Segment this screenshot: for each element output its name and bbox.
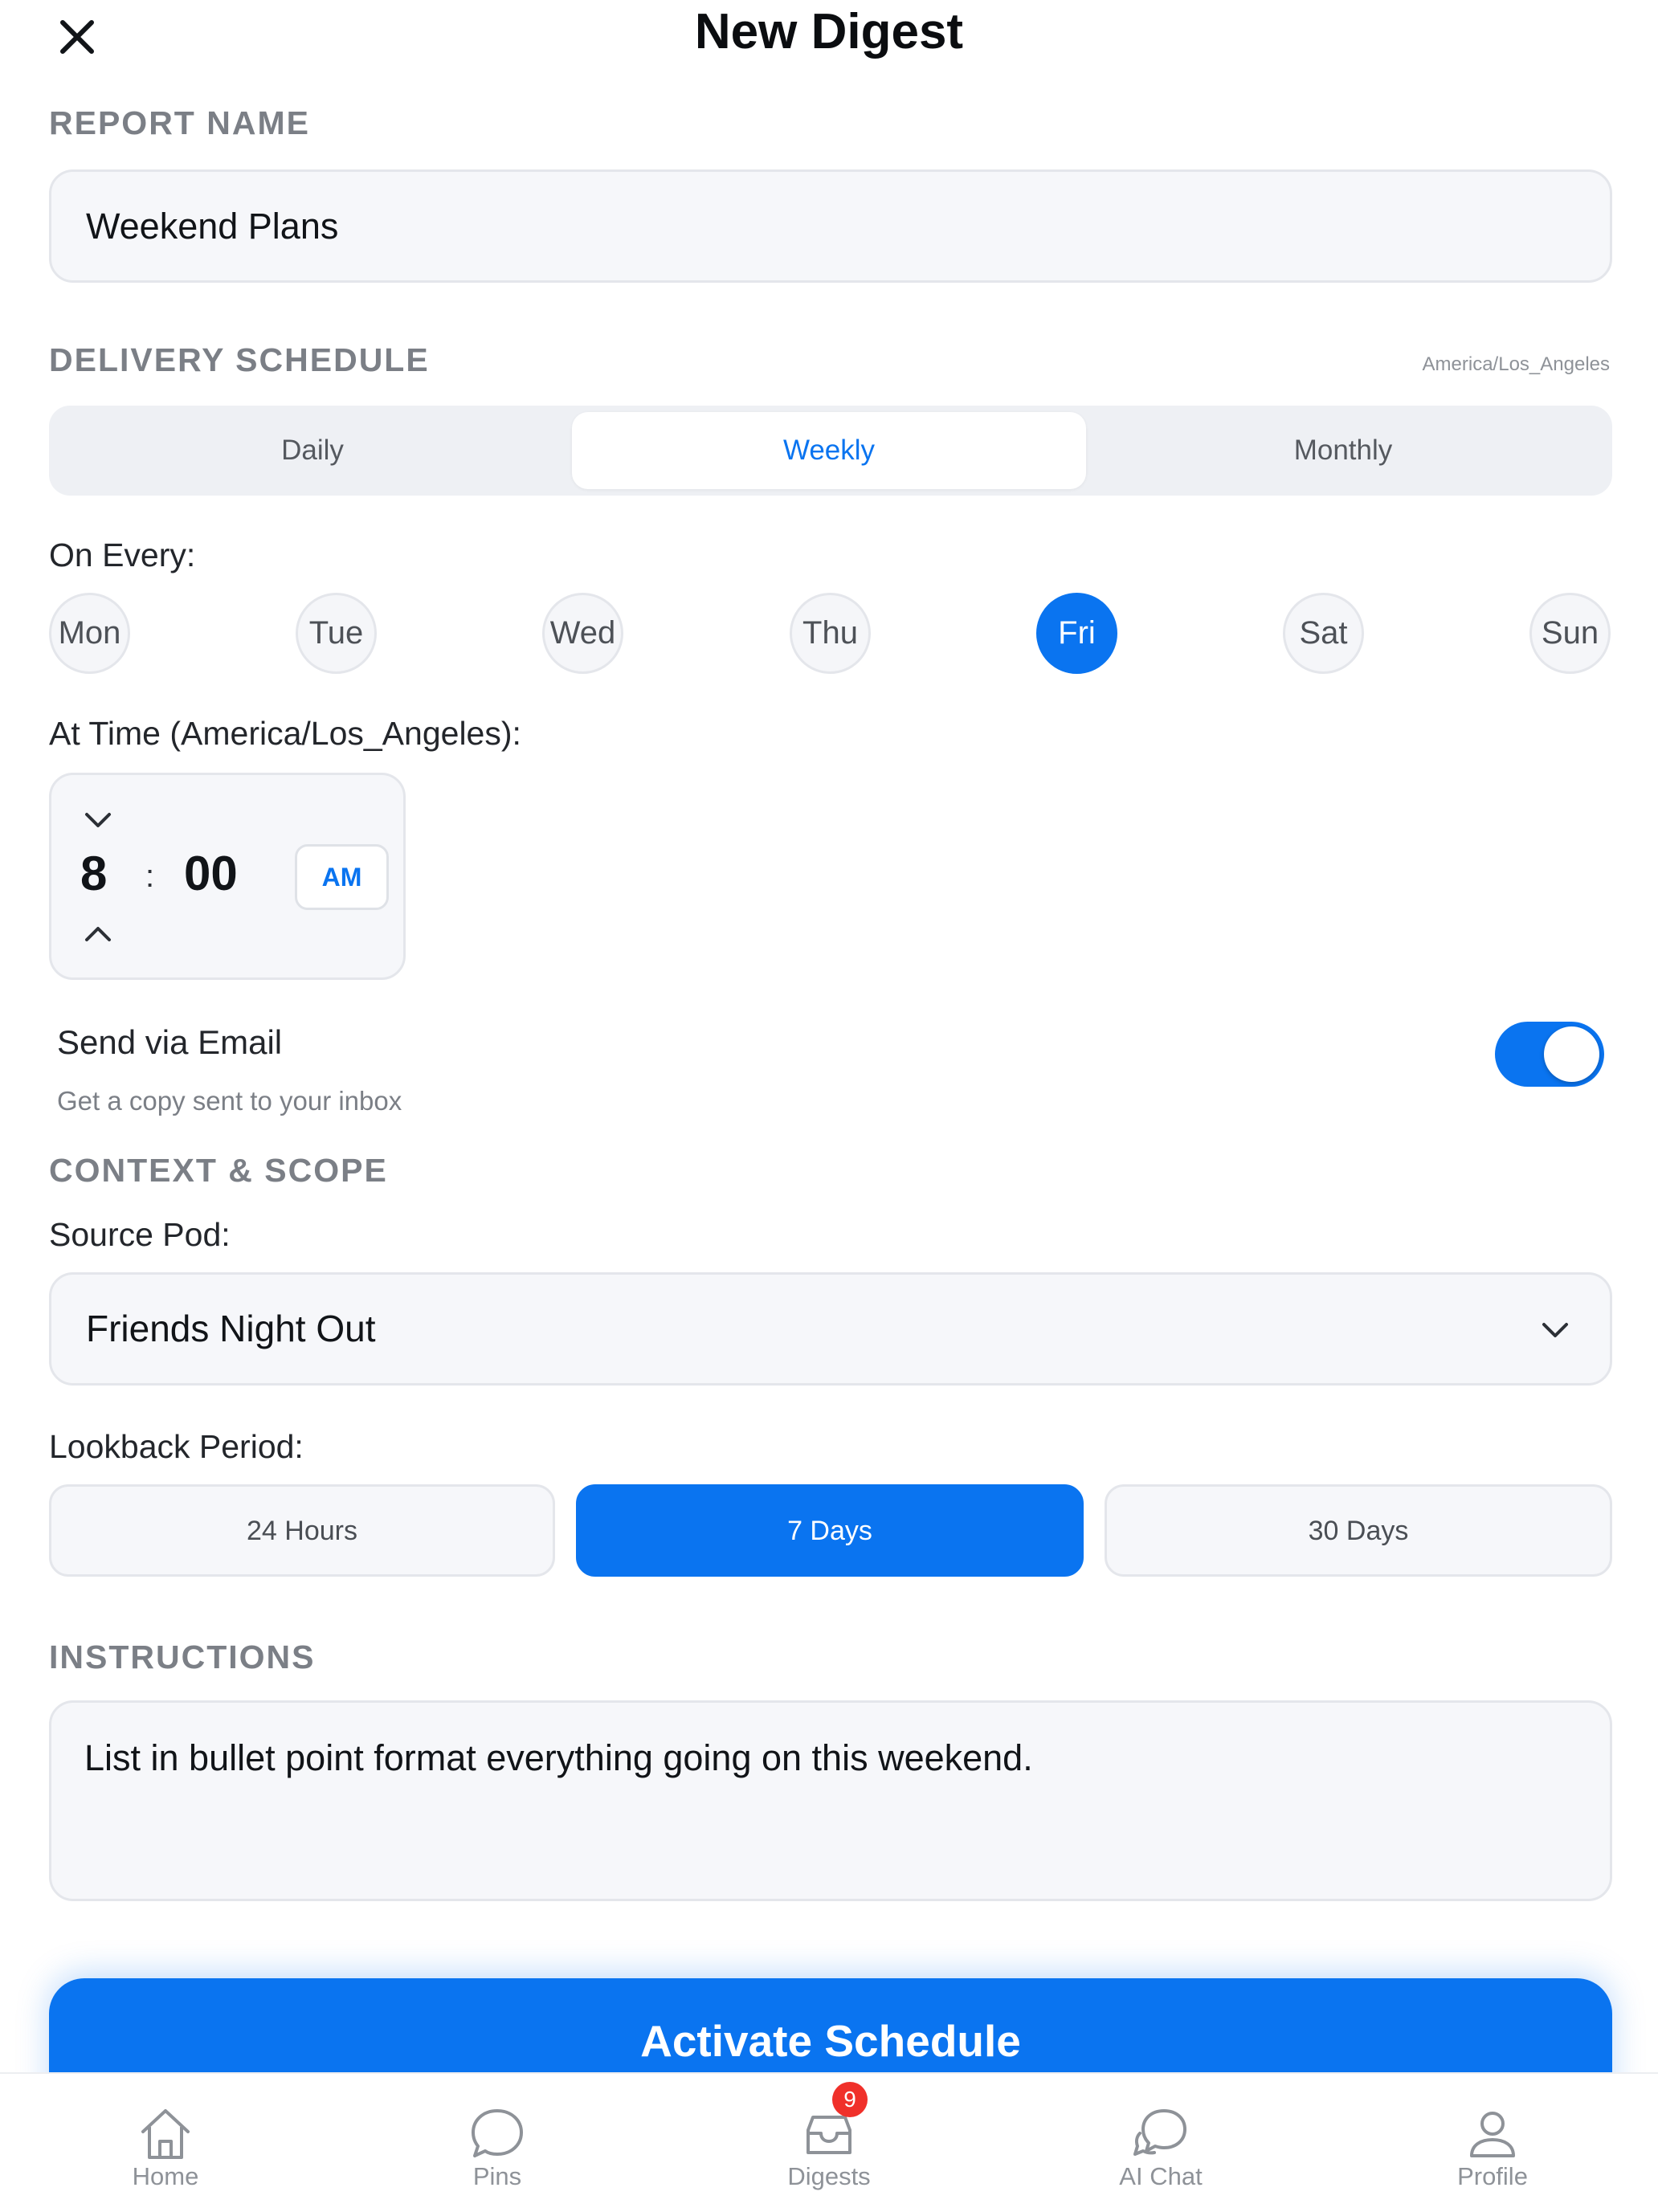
notification-badge: 9 xyxy=(832,2082,868,2117)
time-separator: : xyxy=(145,859,155,894)
tab-ai-chat[interactable]: AI Chat xyxy=(1056,2074,1265,2212)
instructions-section-label: INSTRUCTIONS xyxy=(49,1639,316,1675)
tab-pins[interactable]: Pins xyxy=(393,2074,602,2212)
chevron-down-icon xyxy=(1542,1323,1568,1337)
person-icon xyxy=(1470,2112,1515,2157)
lookback-option-24-hours[interactable]: 24 Hours xyxy=(49,1484,555,1577)
context-scope-section-label: CONTEXT & SCOPE xyxy=(49,1152,388,1189)
toggle-knob xyxy=(1544,1026,1599,1082)
page-title: New Digest xyxy=(694,4,964,59)
frequency-segmented-control: Daily Weekly Monthly xyxy=(49,406,1612,496)
day-sat[interactable]: Sat xyxy=(1283,593,1364,674)
on-every-label: On Every: xyxy=(49,537,196,573)
source-pod-label: Source Pod: xyxy=(49,1216,231,1253)
time-picker: 8 : 00 AM xyxy=(49,773,406,980)
day-wed[interactable]: Wed xyxy=(542,593,623,674)
day-thu[interactable]: Thu xyxy=(790,593,871,674)
chevron-down-icon xyxy=(85,813,111,827)
send-email-toggle[interactable] xyxy=(1495,1022,1604,1087)
report-name-section-label: REPORT NAME xyxy=(49,104,310,141)
tab-bar: Home Pins 9 Digests AI Chat Profile xyxy=(0,2072,1658,2210)
tab-digests[interactable]: 9 Digests xyxy=(725,2074,933,2212)
send-email-subtitle: Get a copy sent to your inbox xyxy=(57,1086,402,1116)
day-fri[interactable]: Fri xyxy=(1036,593,1117,674)
chevron-up-icon xyxy=(85,927,111,941)
time-label: At Time (America/Los_Angeles): xyxy=(49,715,521,752)
hour-decrement-button[interactable] xyxy=(80,802,116,842)
lookback-label: Lookback Period: xyxy=(49,1428,304,1465)
tab-label: AI Chat xyxy=(1119,2162,1203,2190)
chat-bubble-icon xyxy=(472,2109,523,2157)
tab-profile[interactable]: Profile xyxy=(1388,2074,1597,2212)
source-pod-select[interactable]: Friends Night Out xyxy=(49,1272,1612,1386)
source-pod-value: Friends Night Out xyxy=(86,1308,376,1349)
tab-label: Digests xyxy=(787,2162,871,2190)
tab-label: Pins xyxy=(472,2162,522,2190)
send-email-title: Send via Email xyxy=(57,1023,283,1061)
delivery-schedule-section-label: DELIVERY SCHEDULE xyxy=(49,341,430,378)
lookback-option-7-days[interactable]: 7 Days xyxy=(576,1484,1084,1577)
day-tue[interactable]: Tue xyxy=(296,593,377,674)
home-icon xyxy=(141,2109,190,2159)
minute-value[interactable]: 00 xyxy=(184,846,238,901)
tab-label: Profile xyxy=(1457,2162,1528,2190)
day-sun[interactable]: Sun xyxy=(1529,593,1611,674)
hour-value[interactable]: 8 xyxy=(80,846,107,901)
tab-label: Home xyxy=(132,2162,199,2190)
am-pm-toggle[interactable]: AM xyxy=(295,844,389,910)
frequency-option-monthly[interactable]: Monthly xyxy=(1086,412,1600,489)
frequency-option-daily[interactable]: Daily xyxy=(55,412,570,489)
hour-increment-button[interactable] xyxy=(80,916,116,956)
tab-home[interactable]: Home xyxy=(61,2074,270,2212)
ai-chat-icon xyxy=(1133,2109,1186,2156)
instructions-textarea[interactable]: List in bullet point format everything g… xyxy=(49,1700,1612,1901)
frequency-option-weekly[interactable]: Weekly xyxy=(572,412,1086,489)
lookback-option-30-days[interactable]: 30 Days xyxy=(1105,1484,1612,1577)
report-name-input[interactable]: Weekend Plans xyxy=(49,169,1612,283)
day-mon[interactable]: Mon xyxy=(49,593,130,674)
timezone-note: America/Los_Angeles xyxy=(1422,353,1610,375)
